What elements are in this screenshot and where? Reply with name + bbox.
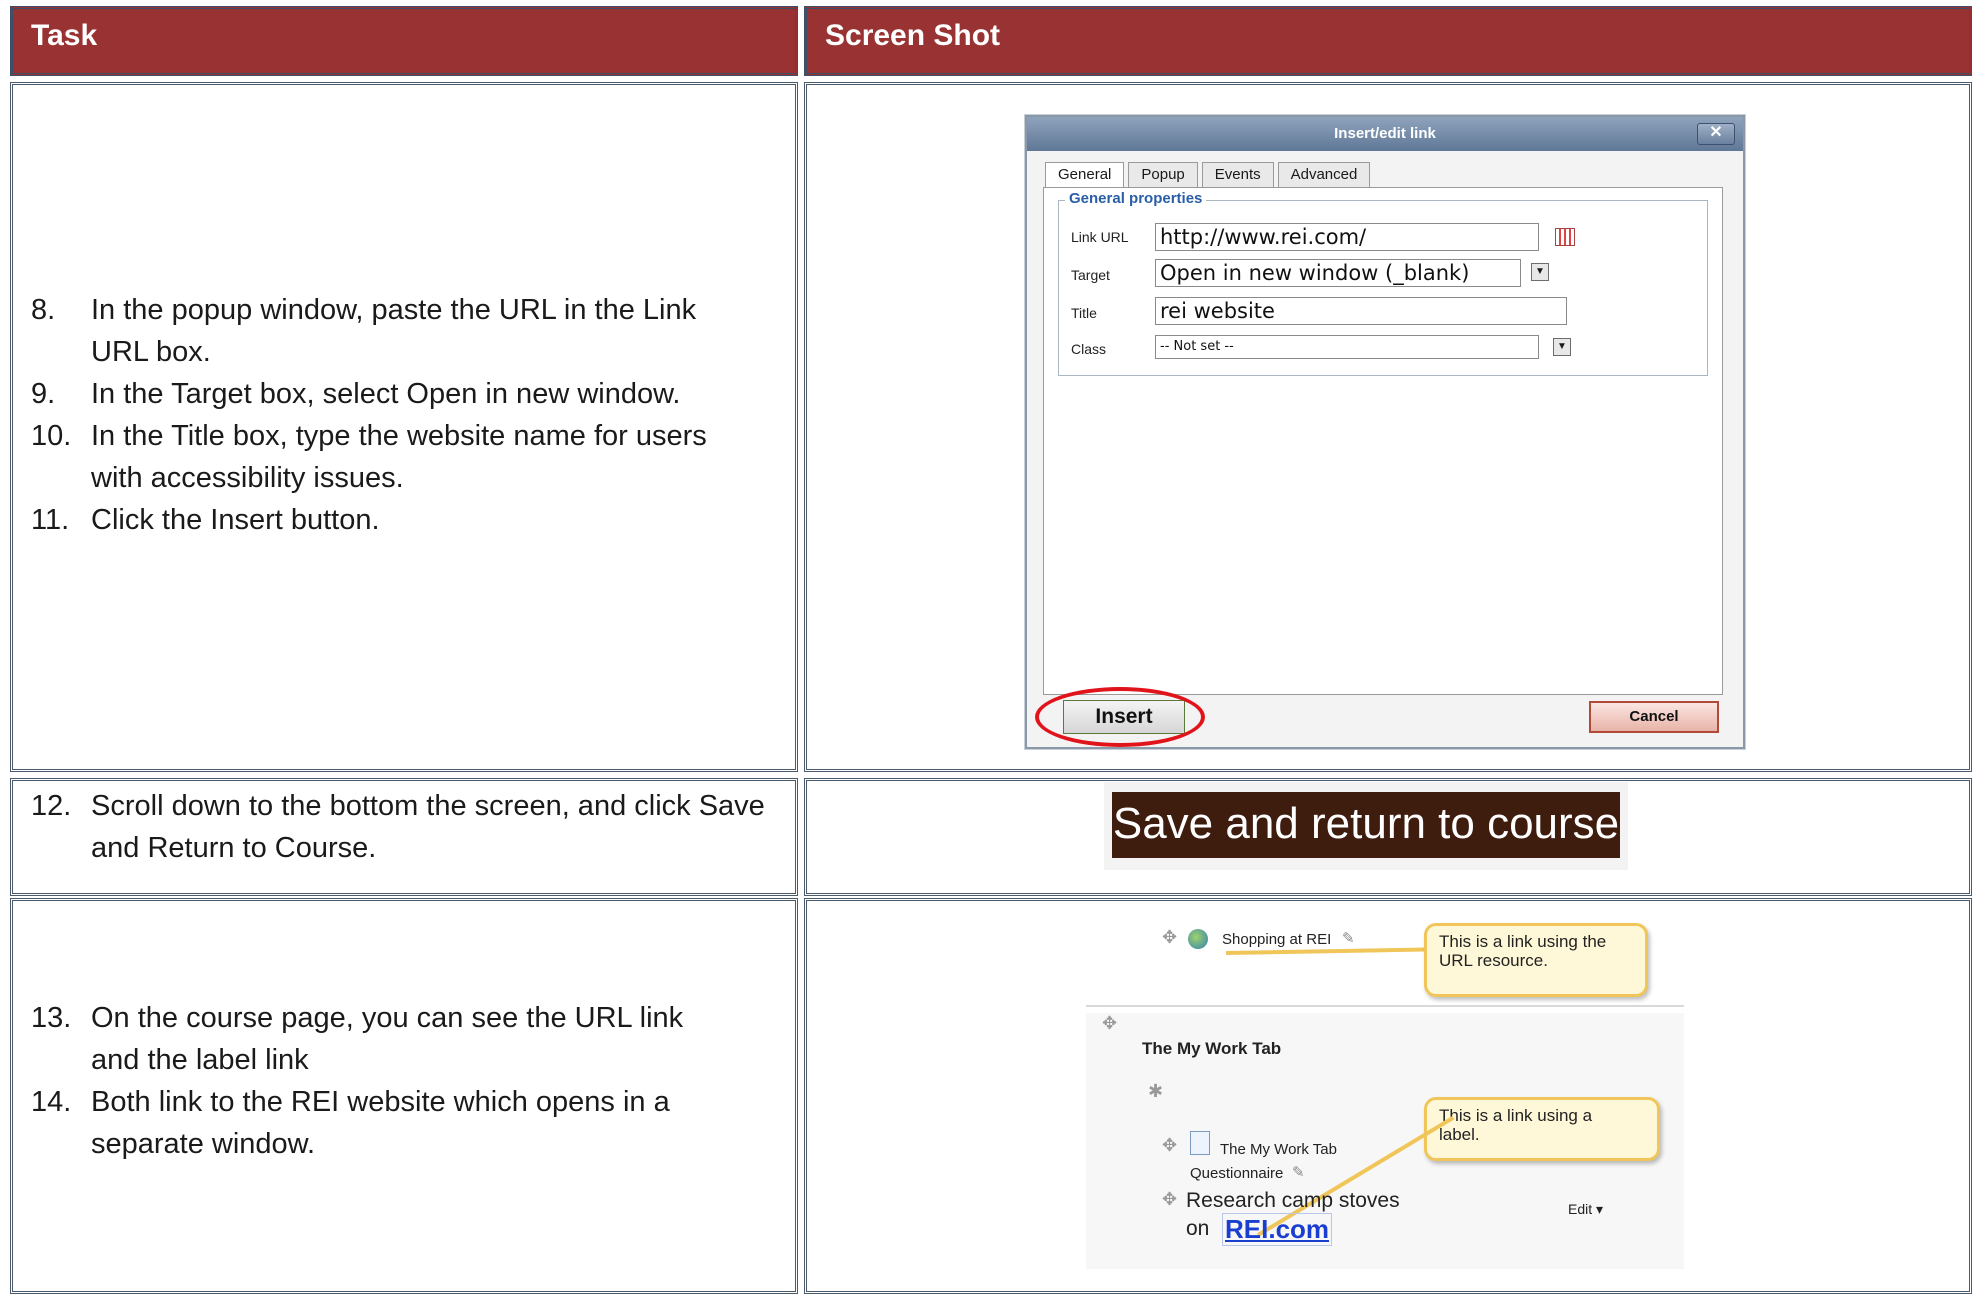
row2-task-cell: 12. Scroll down to the bottom the screen… — [10, 778, 798, 896]
step-text: Click the Insert button. — [91, 504, 380, 536]
row3-steps: 13. On the course page, you can see the … — [31, 997, 683, 1165]
title-label: Title — [1071, 305, 1097, 321]
step-number: 12. — [31, 790, 72, 822]
chevron-down-icon[interactable]: ▼ — [1553, 338, 1571, 356]
target-select[interactable]: Open in new window (_blank) — [1155, 259, 1521, 287]
step-text: Both link to the REI website which opens… — [91, 1086, 670, 1118]
step-10: 10. In the Title box, type the website n… — [31, 415, 707, 499]
general-panel: General properties Link URL http://www.r… — [1043, 187, 1723, 695]
callout-label: This is a link using a label. — [1424, 1097, 1660, 1161]
step-9: 9. In the Target box, select Open in new… — [31, 373, 707, 415]
edit-menu[interactable]: Edit ▾ — [1568, 1201, 1603, 1218]
title-input[interactable]: rei website — [1155, 297, 1567, 325]
label-text-line1: Research camp stoves — [1186, 1189, 1400, 1212]
step-number: 9. — [31, 378, 56, 410]
link-url-input[interactable]: http://www.rei.com/ — [1155, 223, 1539, 251]
callout-text: This is a link using a — [1439, 1106, 1593, 1125]
callout-text: label. — [1439, 1125, 1480, 1144]
dialog-tabs: General Popup Events Advanced — [1045, 162, 1374, 190]
tab-general[interactable]: General — [1045, 162, 1125, 190]
row1-steps: 8. In the popup window, paste the URL in… — [31, 289, 707, 541]
callout-url-resource: This is a link using the URL resource. — [1424, 923, 1648, 997]
tab-popup[interactable]: Popup — [1128, 162, 1198, 188]
dialog-titlebar: Insert/edit link ✕ — [1027, 117, 1743, 151]
tab-advanced[interactable]: Advanced — [1277, 162, 1371, 188]
row1-task-cell: 8. In the popup window, paste the URL in… — [10, 82, 798, 772]
move-icon[interactable]: ✥ — [1162, 1135, 1177, 1156]
save-and-return-button[interactable]: Save and return to course — [1112, 792, 1620, 858]
chevron-down-icon[interactable]: ▼ — [1531, 263, 1549, 281]
rei-link[interactable]: REI.com — [1222, 1213, 1333, 1246]
step-8: 8. In the popup window, paste the URL in… — [31, 289, 707, 373]
step-13: 13. On the course page, you can see the … — [31, 997, 683, 1081]
questionnaire-link-line2[interactable]: Questionnaire — [1190, 1165, 1283, 1182]
questionnaire-link-line1[interactable]: The My Work Tab — [1220, 1141, 1337, 1158]
close-icon[interactable]: ✕ — [1697, 123, 1735, 145]
move-icon[interactable]: ✥ — [1102, 1013, 1117, 1034]
section-title: The My Work Tab — [1142, 1039, 1282, 1058]
step-text: separate window. — [91, 1128, 316, 1160]
move-icon[interactable]: ✥ — [1162, 927, 1177, 948]
course-section-mywork: ✥ The My Work Tab ✱ ✥ The My Work Tab Qu… — [1086, 1013, 1684, 1269]
callout-pointer — [1225, 947, 1427, 955]
step-text: URL box. — [91, 336, 211, 368]
edit-pencil-icon[interactable]: ✎ — [1292, 1163, 1305, 1181]
step-text: with accessibility issues. — [91, 462, 404, 494]
save-button-image: Save and return to course — [1104, 782, 1628, 870]
shopping-link[interactable]: Shopping at REI — [1222, 931, 1331, 948]
step-text: In the Title box, type the website name … — [91, 420, 707, 452]
step-text: In the popup window, paste the URL in th… — [91, 294, 697, 326]
cancel-button[interactable]: Cancel — [1589, 701, 1719, 733]
step-text: and Return to Course. — [91, 832, 377, 864]
globe-icon — [1188, 929, 1208, 949]
step-text: On the course page, you can see the URL … — [91, 1002, 684, 1034]
course-section-top: ✥ Shopping at REI ✎ This is a link using… — [1086, 913, 1684, 1007]
gear-icon[interactable]: ✱ — [1148, 1081, 1163, 1102]
row2-steps: 12. Scroll down to the bottom the screen… — [31, 785, 765, 869]
step-12: 12. Scroll down to the bottom the screen… — [31, 785, 765, 869]
fieldset-legend: General properties — [1065, 190, 1207, 207]
step-number: 8. — [31, 294, 56, 326]
step-14: 14. Both link to the REI website which o… — [31, 1081, 683, 1165]
edit-pencil-icon[interactable]: ✎ — [1342, 929, 1355, 947]
link-url-label: Link URL — [1071, 229, 1129, 245]
general-properties-fieldset: General properties Link URL http://www.r… — [1058, 190, 1708, 376]
insert-link-dialog: Insert/edit link ✕ General Popup Events … — [1025, 115, 1745, 749]
callout-text: URL resource. — [1439, 951, 1548, 970]
highlight-circle — [1035, 687, 1205, 747]
step-number: 14. — [31, 1086, 72, 1118]
step-11: 11. Click the Insert button. — [31, 499, 707, 541]
label-text-line2: on — [1186, 1217, 1210, 1240]
callout-text: This is a link using the — [1439, 932, 1607, 951]
class-label: Class — [1071, 341, 1107, 357]
step-number: 11. — [31, 504, 70, 536]
questionnaire-icon — [1190, 1131, 1210, 1155]
calendar-icon[interactable] — [1555, 228, 1575, 246]
class-select[interactable]: -- Not set -- — [1155, 335, 1539, 359]
target-label: Target — [1071, 267, 1110, 283]
step-number: 13. — [31, 1002, 72, 1034]
course-page-image: ✥ Shopping at REI ✎ This is a link using… — [1086, 913, 1684, 1269]
step-text: and the label link — [91, 1044, 309, 1076]
step-text: Scroll down to the bottom the screen, an… — [91, 790, 765, 822]
move-icon[interactable]: ✥ — [1162, 1189, 1177, 1210]
header-screenshot: Screen Shot — [804, 6, 1972, 76]
row3-task-cell: 13. On the course page, you can see the … — [10, 898, 798, 1294]
tab-events[interactable]: Events — [1201, 162, 1274, 188]
dialog-title: Insert/edit link — [1334, 125, 1436, 142]
step-text: In the Target box, select Open in new wi… — [91, 378, 681, 410]
row1-screenshot-cell: Insert/edit link ✕ General Popup Events … — [804, 82, 1972, 772]
step-number: 10. — [31, 420, 72, 452]
header-task: Task — [10, 6, 798, 76]
